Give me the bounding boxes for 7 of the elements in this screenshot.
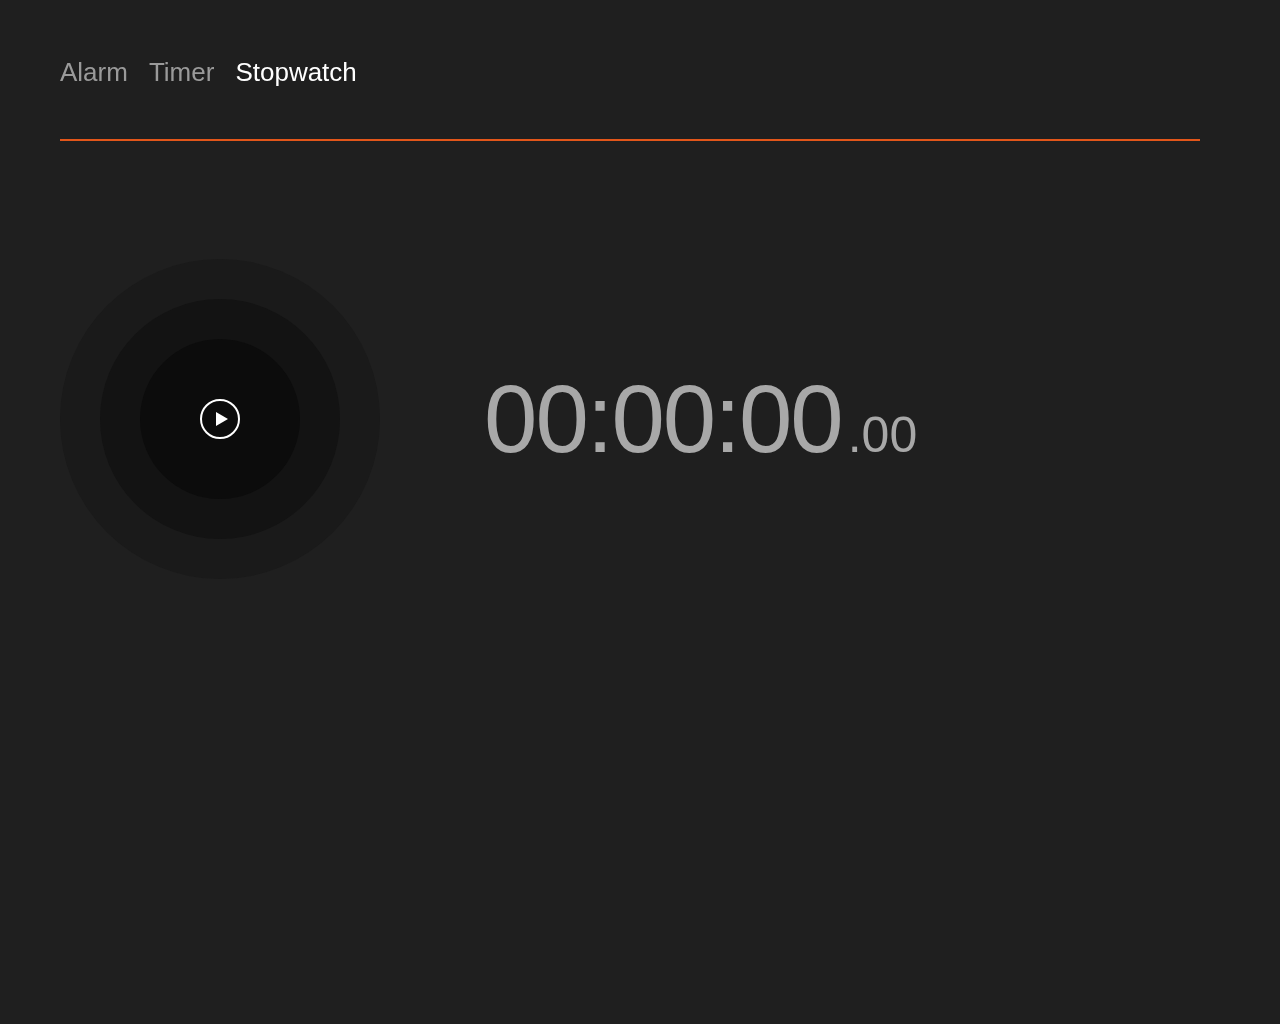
play-icon: [214, 411, 229, 427]
elapsed-time: 00:00:00: [484, 364, 842, 474]
elapsed-fraction: .00: [847, 406, 918, 464]
tab[interactable]: Alarm: [60, 54, 128, 90]
tab[interactable]: Timer: [148, 54, 215, 90]
play-button[interactable]: [200, 399, 240, 439]
tab[interactable]: Stopwatch: [235, 54, 357, 90]
